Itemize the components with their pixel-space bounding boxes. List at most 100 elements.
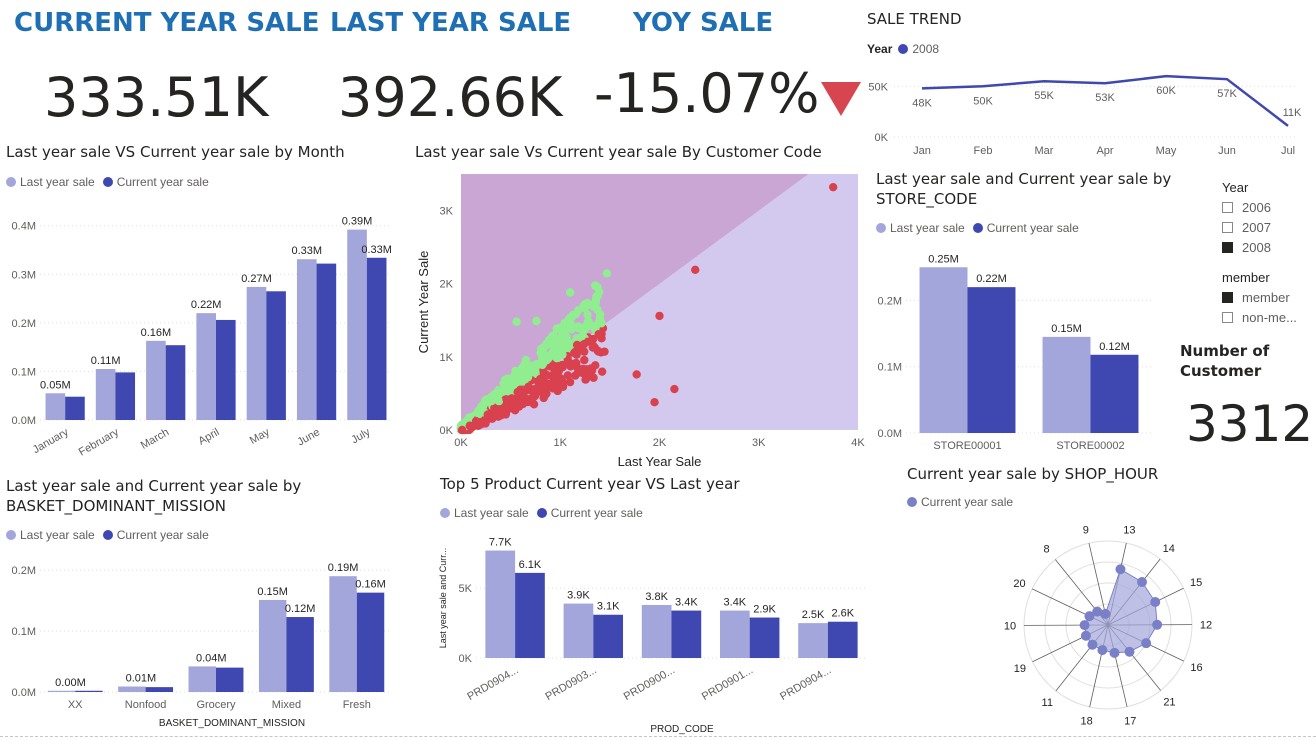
y-tick-label: 0.2M — [12, 318, 36, 330]
bar-last-year — [719, 610, 750, 658]
bar-last-year — [919, 267, 968, 433]
radar-point — [1080, 630, 1091, 641]
bar-last-year — [563, 603, 594, 658]
bar-current-year — [216, 667, 244, 692]
data-label: 2.6K — [831, 608, 854, 620]
data-label: 3.4K — [675, 597, 698, 609]
legend-title: Year — [867, 42, 893, 56]
radar-axis-label: 18 — [1080, 716, 1092, 728]
y-tick-label: 0.0M — [12, 687, 36, 699]
radar-axis-label: 20 — [1013, 578, 1025, 590]
data-label: 0.39M — [342, 216, 373, 228]
store-legend: Last year sale Current year sale — [876, 221, 1087, 235]
y-tick-label: 0.2M — [12, 565, 36, 577]
radar-point — [1152, 619, 1163, 630]
scatter-point-green — [521, 355, 531, 365]
x-tick-label: May — [1156, 145, 1177, 157]
legend-label: Current year sale — [986, 221, 1079, 235]
x-tick-label: Mixed — [272, 699, 301, 711]
y-tick-label: 0.1M — [12, 626, 36, 638]
y-tick-label: 5K — [459, 583, 473, 595]
radar-point — [1141, 638, 1152, 649]
member-option[interactable]: member — [1222, 287, 1314, 307]
legend-label: Current year sale — [116, 528, 209, 542]
bar-current-year — [515, 572, 545, 658]
x-tick-label: 0K — [454, 437, 468, 449]
checkbox[interactable] — [1222, 291, 1233, 303]
data-label: 0.11M — [91, 355, 121, 367]
data-label: 48K — [912, 97, 932, 109]
y-tick-label: 3K — [440, 206, 454, 218]
radar-point — [1115, 564, 1126, 575]
scatter-point-red — [594, 329, 603, 339]
x-tick-label: January — [31, 426, 71, 456]
products-legend: Last year sale Current year sale — [440, 506, 651, 520]
x-tick-label: Jul — [1281, 145, 1295, 157]
scatter-point-red — [580, 355, 589, 365]
products-chart-title: Top 5 Product Current year VS Last year — [440, 475, 740, 493]
x-tick-label: Nonfood — [125, 699, 167, 711]
y-axis-title: Current Year Sale — [416, 251, 431, 354]
basket-bar-chart: 0.0M 0.1M 0.2M 0.00M 0.01M 0.04M 0.15M 0.12M 0.1… — [12, 562, 392, 729]
checkbox[interactable] — [1222, 311, 1233, 323]
last-year-sale-title: LAST YEAR SALE — [330, 8, 572, 38]
scatter-point-red — [547, 381, 557, 390]
year-option[interactable]: 2008 — [1222, 237, 1312, 257]
legend-dot — [6, 530, 16, 540]
radar-axis-label: 11 — [1042, 697, 1053, 709]
scatter-point-green — [595, 310, 605, 319]
data-label: 3.8K — [645, 591, 668, 603]
radar-point — [1079, 620, 1090, 631]
scatter-point-green — [574, 322, 583, 331]
sale-trend-legend: Year 2008 — [867, 42, 947, 56]
x-tick-label: Grocery — [196, 699, 236, 711]
checkbox[interactable] — [1222, 221, 1233, 233]
scatter-point-red — [572, 359, 581, 368]
year-option[interactable]: 2006 — [1222, 197, 1312, 217]
bar-current-year — [145, 687, 174, 692]
data-label: 0.04M — [196, 652, 227, 664]
data-label: 0.27M — [241, 273, 272, 285]
bar-current-year — [1090, 354, 1139, 433]
basket-chart-title: Last year sale and Current year sale by … — [6, 477, 302, 515]
monthly-legend: Last year sale Current year sale — [6, 175, 217, 189]
scatter-point-red — [572, 340, 582, 350]
x-axis-title: PROD_CODE — [650, 724, 714, 735]
checkbox[interactable] — [1222, 241, 1233, 253]
x-tick-label: PRD0900... — [622, 664, 677, 703]
y-tick-label: 50K — [868, 81, 888, 93]
scatter-point-red — [588, 343, 598, 352]
radar-axis-label: 21 — [1163, 696, 1175, 708]
scatter-chart-title: Last year sale Vs Current year sale By C… — [415, 143, 822, 161]
member-option[interactable]: non-me... — [1222, 307, 1314, 327]
checkbox[interactable] — [1222, 201, 1233, 213]
data-label: 0.33M — [291, 245, 322, 257]
bar-current-year — [593, 614, 624, 658]
year-slicer-title: Year — [1222, 180, 1249, 195]
data-label: 0.00M — [55, 677, 86, 689]
scatter-point-red — [691, 265, 700, 275]
year-option-label: 2007 — [1242, 219, 1271, 235]
store-bar-chart: 0.0M 0.1M 0.2M 0.25M 0.22M 0.15M 0.12M STORE000… — [878, 253, 1152, 452]
scatter-point-green — [588, 321, 597, 330]
x-tick-label: Fresh — [343, 699, 371, 711]
x-tick-label: June — [295, 426, 322, 448]
y-tick-label: 0.2M — [878, 295, 902, 307]
scatter-point-red — [483, 410, 492, 419]
data-label: 0.16M — [141, 327, 172, 339]
year-option-label: 2008 — [1242, 239, 1271, 255]
data-label: 0.05M — [40, 379, 71, 391]
data-label: 0.22M — [191, 299, 222, 311]
bar-current-year — [749, 617, 780, 658]
scatter-point-red — [528, 392, 538, 402]
legend-dot — [6, 177, 16, 187]
scatter-point-green — [494, 386, 503, 395]
scatter-point-red — [569, 348, 579, 358]
shop-hour-radar-chart: 13 14 15 12 16 21 17 18 11 19 10 20 8 9 — [1004, 524, 1212, 728]
y-tick-label: 0K — [459, 653, 473, 665]
year-option[interactable]: 2007 — [1222, 217, 1312, 237]
x-tick-label: May — [248, 426, 272, 447]
legend-dot — [876, 223, 886, 233]
x-tick-label: April — [196, 426, 221, 447]
bar-last-year — [485, 550, 516, 658]
